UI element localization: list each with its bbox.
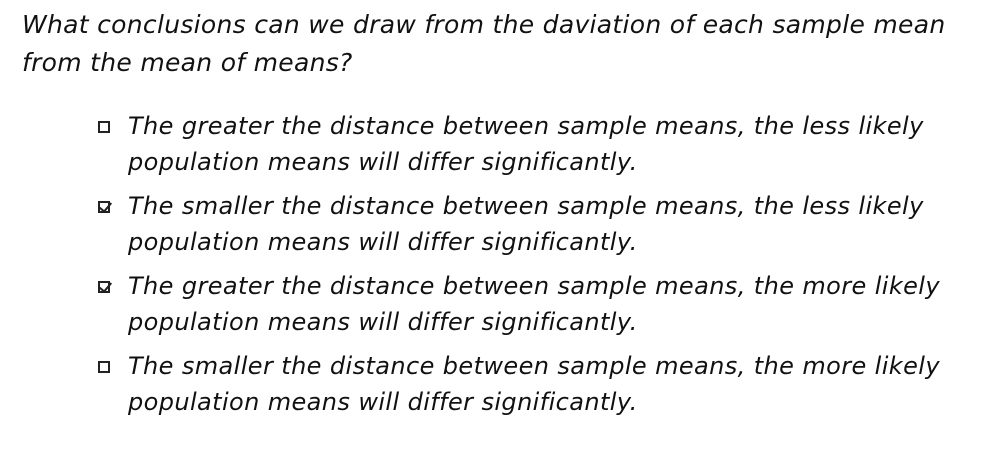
option-2-text: The smaller the distance between sample … bbox=[128, 192, 924, 256]
option-1[interactable]: The greater the distance between sample … bbox=[98, 108, 978, 180]
option-3[interactable]: The greater the distance between sample … bbox=[98, 268, 978, 340]
answer-options: The greater the distance between sample … bbox=[98, 108, 978, 428]
checkbox-icon[interactable] bbox=[98, 201, 110, 213]
checkbox-icon[interactable] bbox=[98, 121, 110, 133]
checkbox-icon[interactable] bbox=[98, 361, 110, 373]
option-1-text: The greater the distance between sample … bbox=[128, 112, 924, 176]
option-4-text: The smaller the distance between sample … bbox=[128, 352, 940, 416]
checkbox-icon[interactable] bbox=[98, 281, 110, 293]
question-text: What conclusions can we draw from the da… bbox=[22, 10, 946, 77]
option-4[interactable]: The smaller the distance between sample … bbox=[98, 348, 978, 420]
option-2[interactable]: The smaller the distance between sample … bbox=[98, 188, 978, 260]
option-3-text: The greater the distance between sample … bbox=[128, 272, 940, 336]
